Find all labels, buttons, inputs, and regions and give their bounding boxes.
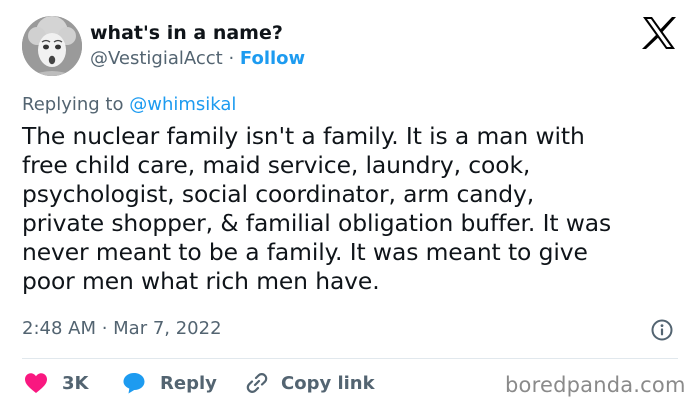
info-icon[interactable] xyxy=(651,319,673,341)
tweet-text-line: poor men what rich men have. xyxy=(22,266,380,295)
tweet-text-line: private shopper, & familial obligation b… xyxy=(22,208,612,237)
like-count: 3K xyxy=(62,372,89,394)
follow-button[interactable]: Follow xyxy=(240,48,305,69)
reply-label: Reply xyxy=(160,372,217,394)
tweet-text-line: never meant to be a family. It was meant… xyxy=(22,237,588,266)
handle-separator: · xyxy=(222,48,240,69)
avatar-portrait-image xyxy=(22,16,82,76)
copy-link-button[interactable]: Copy link xyxy=(245,370,375,396)
tweet-text-line: The nuclear family isn't a family. It is… xyxy=(22,122,585,150)
author-handle-row: @VestigialAcct · Follow xyxy=(90,48,305,69)
replying-to: Replying to @whimsikal xyxy=(22,94,236,115)
author-display-name[interactable]: what's in a name? xyxy=(90,22,283,44)
speech-bubble-icon xyxy=(123,373,145,394)
watermark: boredpanda.com xyxy=(505,373,686,397)
divider xyxy=(22,358,678,359)
tweet-text: The nuclear family isn't a family. It is… xyxy=(22,122,692,295)
tweet-text-line: free child care, maid service, laundry, … xyxy=(22,150,531,179)
heart-icon xyxy=(25,373,47,393)
copy-link-label: Copy link xyxy=(281,372,375,394)
avatar[interactable] xyxy=(22,16,82,76)
tweet-timestamp[interactable]: 2:48 AM · Mar 7, 2022 xyxy=(22,318,222,339)
tweet-text-line: psychologist, social coordinator, arm ca… xyxy=(22,179,535,208)
reply-mention-link[interactable]: @whimsikal xyxy=(129,94,236,115)
replying-to-label: Replying to xyxy=(22,94,124,115)
x-logo-icon[interactable] xyxy=(641,16,677,50)
reply-button[interactable]: Reply xyxy=(122,370,217,396)
author-handle[interactable]: @VestigialAcct xyxy=(90,48,223,69)
like-button[interactable]: 3K xyxy=(24,370,88,396)
link-icon xyxy=(246,373,268,393)
